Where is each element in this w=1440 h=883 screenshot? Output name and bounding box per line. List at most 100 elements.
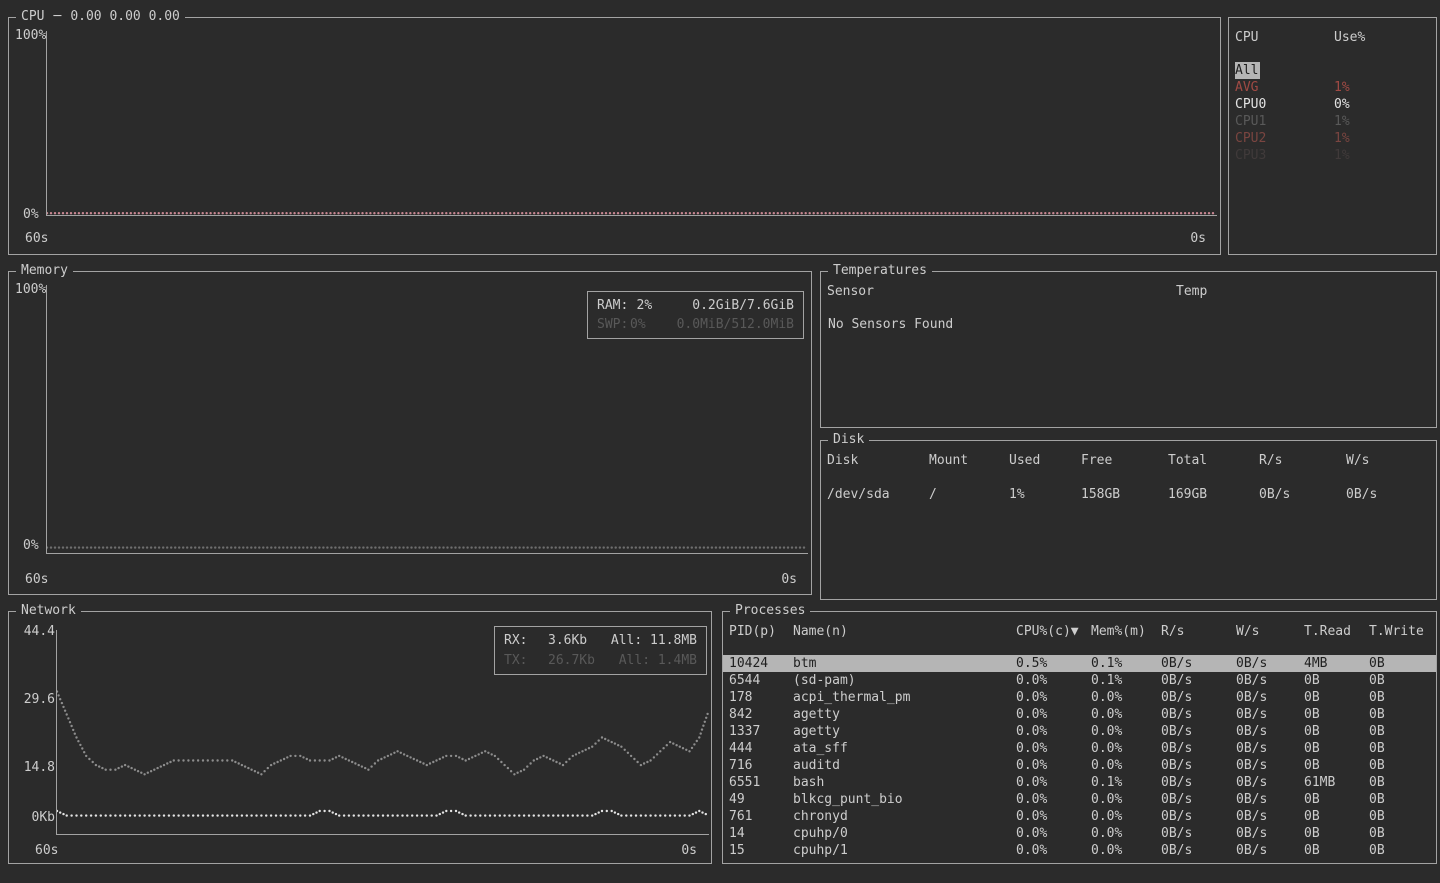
- process-cell-7: 0B: [1369, 808, 1436, 825]
- process-cell-6: 0B: [1304, 842, 1369, 859]
- disk-panel[interactable]: Disk DiskMountUsedFreeTotalR/sW/s /dev/s…: [820, 440, 1437, 600]
- rx-label: RX:: [504, 631, 548, 650]
- process-cell-5: 0B/s: [1236, 791, 1304, 808]
- process-cell-0: 10424: [729, 655, 793, 672]
- process-cell-1: auditd: [793, 757, 1016, 774]
- process-cell-3: 0.1%: [1091, 672, 1161, 689]
- process-cell-1: bash: [793, 774, 1016, 791]
- disk-header-col-4: Total: [1168, 452, 1259, 469]
- process-row[interactable]: 444ata_sff0.0%0.0%0B/s0B/s0B0B: [723, 740, 1436, 757]
- process-cell-1: ata_sff: [793, 740, 1016, 757]
- process-cell-0: 444: [729, 740, 793, 757]
- process-cell-2: 0.0%: [1016, 757, 1091, 774]
- cpu-panel[interactable]: CPU ─ 0.00 0.00 0.00 100% 0% 60s 0s: [8, 17, 1221, 255]
- process-row[interactable]: 49blkcg_punt_bio0.0%0.0%0B/s0B/s0B0B: [723, 791, 1436, 808]
- network-y-tick-29: 29.6: [21, 692, 55, 707]
- cpu-x-axis-left-label: 60s: [25, 231, 48, 246]
- cpu-usage: 1%: [1334, 147, 1436, 164]
- network-legend-box: RX: 3.6Kb All: 11.8MB TX: 26.7Kb All: 1.…: [494, 626, 707, 675]
- disk-header-col-2: Used: [1009, 452, 1081, 469]
- process-row[interactable]: 761chronyd0.0%0.0%0B/s0B/s0B0B: [723, 808, 1436, 825]
- rx-total: All: 11.8MB: [611, 631, 697, 650]
- process-cell-5: 0B/s: [1236, 655, 1304, 672]
- disk-cell-0: /dev/sda: [827, 486, 929, 503]
- process-cell-3: 0.0%: [1091, 723, 1161, 740]
- process-row[interactable]: 716auditd0.0%0.0%0B/s0B/s0B0B: [723, 757, 1436, 774]
- process-row[interactable]: 1337agetty0.0%0.0%0B/s0B/s0B0B: [723, 723, 1436, 740]
- process-row[interactable]: 6544(sd-pam)0.0%0.1%0B/s0B/s0B0B: [723, 672, 1436, 689]
- process-cell-5: 0B/s: [1236, 740, 1304, 757]
- temperatures-panel[interactable]: Temperatures Sensor Temp No Sensors Foun…: [820, 271, 1437, 428]
- cpu-name: AVG: [1235, 79, 1334, 96]
- process-row[interactable]: 842agetty0.0%0.0%0B/s0B/s0B0B: [723, 706, 1436, 723]
- process-cell-4: 0B/s: [1161, 774, 1236, 791]
- process-cell-0: 716: [729, 757, 793, 774]
- disk-header-col-6: W/s: [1346, 452, 1436, 469]
- cpu-name: CPU2: [1235, 130, 1334, 147]
- memory-legend-swap-row: SWP: 0% 0.0MiB/512.0MiB: [597, 315, 794, 334]
- network-legend-rx-row: RX: 3.6Kb All: 11.8MB: [504, 631, 697, 650]
- cpu-name: All: [1235, 62, 1260, 79]
- process-cell-7: 0B: [1369, 740, 1436, 757]
- cpu-legend-row[interactable]: All: [1229, 62, 1436, 79]
- process-cell-4: 0B/s: [1161, 757, 1236, 774]
- process-cell-1: blkcg_punt_bio: [793, 791, 1016, 808]
- cpu-legend-row[interactable]: CPU00%: [1229, 96, 1436, 113]
- memory-legend-ram-row: RAM: 2% 0.2GiB/7.6GiB: [597, 296, 794, 315]
- process-cell-1: (sd-pam): [793, 672, 1016, 689]
- process-cell-6: 0B: [1304, 808, 1369, 825]
- memory-panel[interactable]: Memory 100% 0% 60s 0s RAM: 2% 0.2GiB/7.6…: [8, 271, 812, 595]
- process-cell-7: 0B: [1369, 672, 1436, 689]
- process-row[interactable]: 178acpi_thermal_pm0.0%0.0%0B/s0B/s0B0B: [723, 689, 1436, 706]
- disk-header-col-3: Free: [1081, 452, 1168, 469]
- cpu-usage: 1%: [1334, 130, 1436, 147]
- process-row[interactable]: 6551bash0.0%0.1%0B/s0B/s61MB0B: [723, 774, 1436, 791]
- ram-label: RAM:: [597, 296, 637, 315]
- process-cell-2: 0.0%: [1016, 672, 1091, 689]
- disk-row[interactable]: /dev/sda/1%158GB169GB0B/s0B/s: [821, 486, 1436, 503]
- process-cell-5: 0B/s: [1236, 723, 1304, 740]
- memory-y-axis-min-label: 0%: [23, 538, 39, 553]
- disk-cell-1: /: [929, 486, 1009, 503]
- disk-panel-title-label: Disk: [833, 432, 864, 447]
- cpu-usage: 1%: [1334, 79, 1436, 96]
- process-cell-5: 0B/s: [1236, 825, 1304, 842]
- process-cell-0: 15: [729, 842, 793, 859]
- process-cell-6: 0B: [1304, 706, 1369, 723]
- process-cell-6: 0B: [1304, 757, 1369, 774]
- process-cell-6: 0B: [1304, 740, 1369, 757]
- process-cell-3: 0.1%: [1091, 655, 1161, 672]
- process-cell-5: 0B/s: [1236, 774, 1304, 791]
- process-cell-4: 0B/s: [1161, 842, 1236, 859]
- cpu-y-axis-min-label: 0%: [23, 207, 39, 222]
- cpu-legend-row[interactable]: AVG1%: [1229, 79, 1436, 96]
- process-cell-4: 0B/s: [1161, 808, 1236, 825]
- process-cell-2: 0.0%: [1016, 791, 1091, 808]
- network-panel[interactable]: Network 44.4 29.6 14.8 0Kb 60s 0s RX: 3.…: [8, 611, 712, 864]
- cpu-legend-row[interactable]: CPU31%: [1229, 147, 1436, 164]
- cpu-legend-row[interactable]: CPU21%: [1229, 130, 1436, 147]
- disk-header-col-0: Disk: [827, 452, 929, 469]
- process-header-col-6: T.Read: [1304, 623, 1369, 640]
- tx-label: TX:: [504, 651, 548, 670]
- process-cell-3: 0.0%: [1091, 808, 1161, 825]
- process-row[interactable]: 14cpuhp/00.0%0.0%0B/s0B/s0B0B: [723, 825, 1436, 842]
- disk-cell-2: 1%: [1009, 486, 1081, 503]
- ram-amount: 0.2GiB/7.6GiB: [692, 296, 794, 315]
- processes-panel[interactable]: Processes PID(p)Name(n)CPU%(c)▼Mem%(m)R/…: [722, 611, 1437, 864]
- process-cell-3: 0.1%: [1091, 774, 1161, 791]
- process-row[interactable]: 10424btm0.5%0.1%0B/s0B/s4MB0B: [723, 655, 1436, 672]
- process-header-col-0: PID(p): [729, 623, 793, 640]
- cpu-name: CPU3: [1235, 147, 1334, 164]
- cpu-usage-chart: [47, 31, 1217, 215]
- process-cell-1: cpuhp/1: [793, 842, 1016, 859]
- temperatures-header: Sensor Temp: [821, 283, 1436, 300]
- cpu-legend-panel[interactable]: CPU Use% AllAVG1%CPU00%CPU11%CPU21%CPU31…: [1228, 17, 1437, 255]
- process-cell-6: 0B: [1304, 825, 1369, 842]
- cpu-legend-row[interactable]: CPU11%: [1229, 113, 1436, 130]
- process-cell-7: 0B: [1369, 723, 1436, 740]
- temperatures-empty-message: No Sensors Found: [828, 317, 953, 332]
- process-row[interactable]: 15cpuhp/10.0%0.0%0B/s0B/s0B0B: [723, 842, 1436, 859]
- process-cell-7: 0B: [1369, 774, 1436, 791]
- process-cell-7: 0B: [1369, 655, 1436, 672]
